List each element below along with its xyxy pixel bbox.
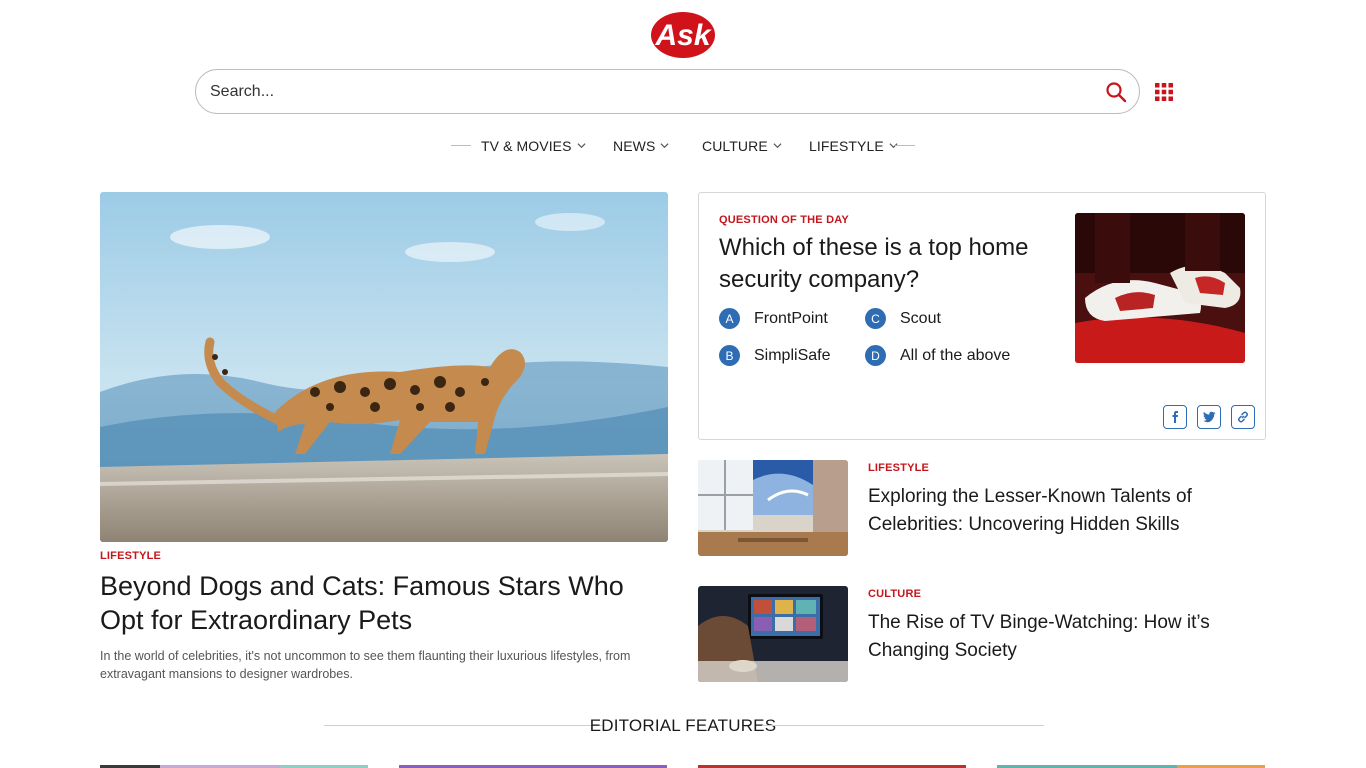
nav-label: CULTURE <box>702 138 768 154</box>
hero-image[interactable] <box>100 192 668 542</box>
search-bar <box>195 69 1140 114</box>
editorial-features-heading: EDITORIAL FEATURES <box>589 716 777 735</box>
side-article-1-category[interactable]: LIFESTYLE <box>868 462 929 474</box>
option-text: SimpliSafe <box>754 346 831 364</box>
qotd-option-d[interactable]: D All of the above <box>865 345 1010 366</box>
side-article-2-category[interactable]: CULTURE <box>868 588 921 600</box>
side-article-1-image[interactable] <box>698 460 848 556</box>
option-text: All of the above <box>900 346 1011 364</box>
option-letter: B <box>719 345 740 366</box>
option-letter: D <box>865 345 886 366</box>
link-icon <box>1238 411 1248 423</box>
nav-item-tv-movies[interactable]: TV & MOVIES <box>481 138 586 154</box>
side-article-1-title[interactable]: Exploring the Lesser-Known Talents of Ce… <box>868 483 1258 539</box>
editorial-card-1-image[interactable] <box>100 760 368 768</box>
nav-divider <box>451 145 471 146</box>
option-text: FrontPoint <box>754 309 828 327</box>
option-text: Scout <box>900 309 941 327</box>
qotd-question: Which of these is a top home security co… <box>719 234 1029 293</box>
qotd-option-b[interactable]: B SimpliSafe <box>719 345 830 366</box>
nav-divider <box>895 145 915 146</box>
qotd-option-a[interactable]: A FrontPoint <box>719 308 828 329</box>
nav-item-culture[interactable]: CULTURE <box>702 138 782 154</box>
chevron-down-icon <box>660 143 669 149</box>
nav-item-news[interactable]: NEWS <box>613 138 669 154</box>
search-input[interactable] <box>210 80 1070 104</box>
option-letter: C <box>865 308 886 329</box>
logo-text: Ask <box>654 19 711 52</box>
copy-link-button[interactable] <box>1231 405 1255 429</box>
qotd-label: QUESTION OF THE DAY <box>719 214 849 226</box>
side-article-2-image[interactable] <box>698 586 848 682</box>
editorial-card-3-image[interactable] <box>698 760 966 768</box>
hero-category[interactable]: LIFESTYLE <box>100 550 161 562</box>
hero-title[interactable]: Beyond Dogs and Cats: Famous Stars Who O… <box>100 569 670 637</box>
main-nav: TV & MOVIES NEWS CULTURE LIFESTYLE <box>0 134 1366 158</box>
nav-item-lifestyle[interactable]: LIFESTYLE <box>809 138 898 154</box>
nav-label: NEWS <box>613 138 656 154</box>
qotd-image <box>1075 213 1245 363</box>
question-of-the-day-card: QUESTION OF THE DAY Which of these is a … <box>698 192 1266 440</box>
ask-logo[interactable]: Ask <box>650 9 716 59</box>
twitter-icon <box>1202 411 1215 423</box>
apps-grid-icon[interactable] <box>1155 83 1173 101</box>
facebook-icon <box>1172 411 1178 423</box>
side-article-2-title[interactable]: The Rise of TV Binge-Watching: How it’s … <box>868 609 1258 665</box>
chevron-down-icon <box>773 143 782 149</box>
qotd-option-c[interactable]: C Scout <box>865 308 941 329</box>
option-letter: A <box>719 308 740 329</box>
hero-description: In the world of celebrities, it's not un… <box>100 649 631 681</box>
nav-label: LIFESTYLE <box>809 138 884 154</box>
editorial-card-2-image[interactable] <box>399 760 667 768</box>
nav-label: TV & MOVIES <box>481 138 572 154</box>
search-icon[interactable] <box>1105 81 1127 103</box>
editorial-card-4-image[interactable] <box>997 760 1265 768</box>
chevron-down-icon <box>577 143 586 149</box>
facebook-share-button[interactable] <box>1163 405 1187 429</box>
editorial-divider-right <box>762 725 1044 726</box>
twitter-share-button[interactable] <box>1197 405 1221 429</box>
